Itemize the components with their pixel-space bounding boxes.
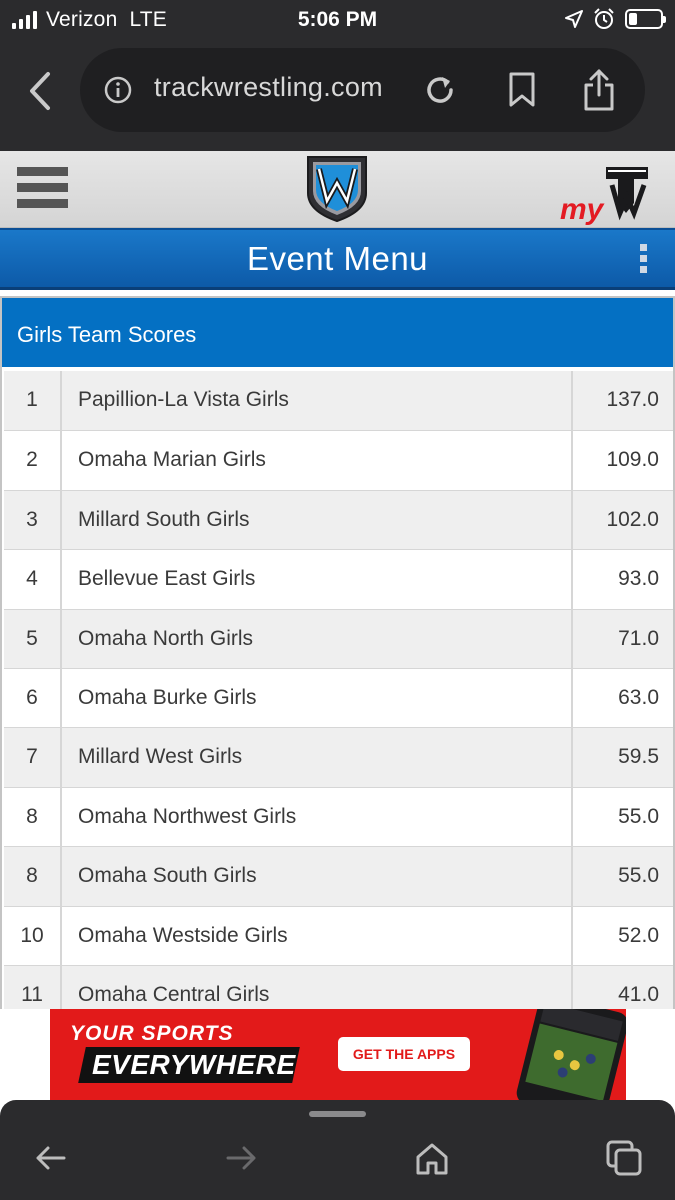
rank-cell: 8	[4, 787, 62, 847]
location-arrow-icon	[565, 10, 583, 28]
event-menu-title[interactable]: Event Menu	[0, 240, 675, 278]
tabs-icon[interactable]	[606, 1140, 642, 1176]
team-name-cell[interactable]: Omaha Burke Girls	[78, 669, 257, 727]
trackwrestling-logo[interactable]	[305, 153, 369, 223]
table-row[interactable]: 7 Millard West Girls 59.5	[4, 727, 673, 787]
table-row[interactable]: 10 Omaha Westside Girls 52.0	[4, 905, 673, 965]
score-cell: 71.0	[571, 609, 671, 668]
rank-cell: 1	[4, 371, 62, 431]
score-cell: 93.0	[571, 550, 671, 609]
bookmark-icon[interactable]	[508, 72, 536, 108]
score-cell: 63.0	[571, 668, 671, 728]
ad-subheadline: EVERYWHERE	[92, 1049, 296, 1080]
rank-cell: 10	[4, 906, 62, 965]
team-name-cell[interactable]: Omaha Marian Girls	[78, 431, 266, 489]
table-row[interactable]: 5 Omaha North Girls 71.0	[4, 608, 673, 668]
hamburger-menu-icon[interactable]	[17, 167, 68, 208]
kebab-menu-icon[interactable]	[636, 244, 652, 276]
svg-text:my: my	[560, 193, 605, 225]
team-name-cell[interactable]: Millard West Girls	[78, 728, 242, 786]
score-cell: 55.0	[571, 787, 671, 847]
home-icon[interactable]	[414, 1140, 450, 1176]
team-name-cell[interactable]: Omaha South Girls	[78, 847, 257, 905]
alarm-clock-icon	[594, 8, 614, 29]
team-scores-table: 1 Papillion-La Vista Girls 137.0 2 Omaha Mar…	[4, 371, 673, 1009]
table-row[interactable]: 6 Omaha Burke Girls 63.0	[4, 667, 673, 728]
rank-cell: 5	[4, 609, 62, 668]
table-row[interactable]: 1 Papillion-La Vista Girls 137.0	[4, 371, 673, 431]
status-bar: Verizon LTE 5:06 PM	[0, 0, 675, 40]
panel-header: Girls Team Scores	[2, 298, 673, 367]
browser-address-bar: trackwrestling.com	[0, 40, 675, 151]
rank-cell: 7	[4, 728, 62, 787]
team-name-cell[interactable]: Papillion-La Vista Girls	[78, 371, 289, 429]
url-text[interactable]: trackwrestling.com	[154, 72, 383, 103]
table-row[interactable]: 11 Omaha Central Girls 41.0	[4, 964, 673, 1009]
back-arrow-icon[interactable]	[32, 1140, 68, 1176]
event-menu-bar[interactable]: Event Menu	[0, 228, 675, 290]
ad-area: YOUR SPORTS EVERYWHERE GET THE APPS	[0, 1009, 675, 1100]
score-cell: 102.0	[571, 490, 671, 550]
table-row[interactable]: 4 Bellevue East Girls 93.0	[4, 549, 673, 609]
table-row[interactable]: 8 Omaha South Girls 55.0	[4, 846, 673, 906]
team-name-cell[interactable]: Omaha Westside Girls	[78, 907, 288, 965]
battery-icon	[625, 9, 666, 29]
rank-cell: 4	[4, 550, 62, 609]
drag-handle[interactable]	[309, 1111, 366, 1117]
score-cell: 41.0	[571, 965, 671, 1009]
get-apps-button[interactable]: GET THE APPS	[338, 1037, 470, 1071]
team-name-cell[interactable]: Millard South Girls	[78, 491, 250, 549]
team-name-cell[interactable]: Omaha Central Girls	[78, 966, 269, 1009]
score-cell: 137.0	[571, 371, 671, 431]
score-cell: 55.0	[571, 847, 671, 906]
rank-cell: 2	[4, 431, 62, 490]
browser-back-icon[interactable]	[20, 68, 60, 114]
ad-banner[interactable]: YOUR SPORTS EVERYWHERE GET THE APPS	[50, 1009, 626, 1100]
team-name-cell[interactable]: Omaha North Girls	[78, 610, 253, 668]
table-row[interactable]: 8 Omaha Northwest Girls 55.0	[4, 786, 673, 847]
site-header: my	[0, 151, 675, 228]
rank-cell: 3	[4, 490, 62, 550]
browser-toolbar	[0, 1100, 675, 1200]
score-cell: 52.0	[571, 906, 671, 965]
battery-level	[629, 13, 637, 25]
mytw-logo[interactable]: my	[558, 163, 658, 225]
rank-cell: 11	[4, 965, 62, 1009]
team-scores-panel: Girls Team Scores 1 Papillion-La Vista Gi…	[0, 296, 675, 1009]
score-cell: 109.0	[571, 431, 671, 490]
ad-headline: YOUR SPORTS	[70, 1022, 234, 1045]
rank-cell: 8	[4, 847, 62, 906]
phone-app-image	[516, 1009, 626, 1100]
table-row[interactable]: 3 Millard South Girls 102.0	[4, 489, 673, 550]
rank-cell: 6	[4, 668, 62, 728]
reload-icon[interactable]	[423, 73, 457, 107]
url-field[interactable]: trackwrestling.com	[80, 48, 645, 132]
score-cell: 59.5	[571, 728, 671, 787]
table-row[interactable]: 2 Omaha Marian Girls 109.0	[4, 430, 673, 490]
info-icon[interactable]	[104, 76, 132, 104]
forward-arrow-icon[interactable]	[224, 1140, 260, 1176]
status-right	[565, 6, 666, 32]
team-name-cell[interactable]: Bellevue East Girls	[78, 550, 255, 608]
panel-title: Girls Team Scores	[17, 322, 197, 347]
share-icon[interactable]	[582, 68, 616, 112]
team-name-cell[interactable]: Omaha Northwest Girls	[78, 788, 296, 846]
